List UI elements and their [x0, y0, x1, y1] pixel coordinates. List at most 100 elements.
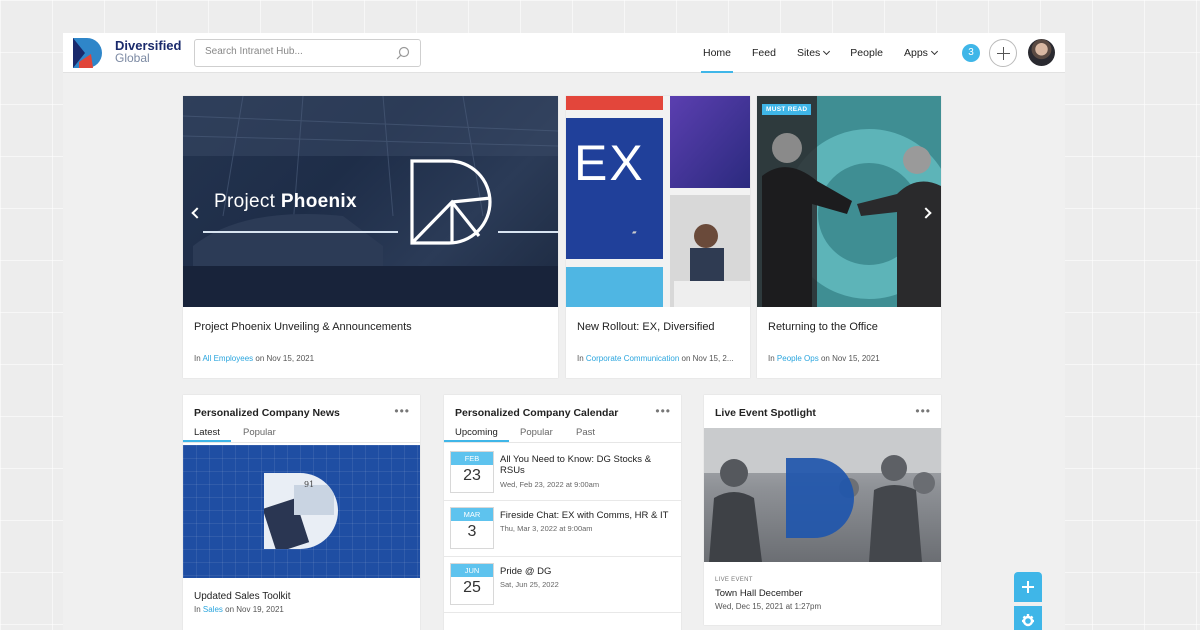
search-input[interactable] — [205, 46, 385, 57]
phoenix-d-logo-icon — [410, 159, 492, 245]
featured-card-project-phoenix[interactable]: Project Phoenix Project Phoenix Unveilin… — [183, 96, 558, 378]
event-title[interactable]: Pride @ DG — [500, 566, 675, 577]
event-day: 3 — [467, 523, 477, 540]
nav-home[interactable]: Home — [700, 33, 734, 73]
meta-date: on Nov 19, 2021 — [222, 605, 284, 614]
town-hall-image[interactable] — [704, 428, 941, 562]
brand-name[interactable]: Diversified Global — [115, 39, 181, 65]
live-event-label: LIVE EVENT — [715, 577, 753, 583]
tab-popular[interactable]: Popular — [243, 427, 276, 438]
event-title[interactable]: Fireside Chat: EX with Comms, HR & IT — [500, 510, 675, 521]
top-header: Diversified Global Home Feed Sites Peopl… — [63, 33, 1065, 73]
date-box: JUN 25 — [450, 563, 494, 605]
company-news-widget: Personalized Company News ••• Latest Pop… — [183, 395, 420, 630]
tab-past[interactable]: Past — [576, 427, 595, 438]
featured-card-returning-office[interactable]: MUST READ Returning to the Office In Peo… — [757, 96, 941, 378]
meta-prefix: In — [194, 605, 203, 614]
hero-headline: Project Phoenix — [214, 191, 357, 213]
main-nav: Home Feed Sites People Apps — [700, 33, 958, 73]
search-icon[interactable] — [396, 46, 410, 60]
nav-feed[interactable]: Feed — [752, 33, 776, 73]
featured-card-ex-rollout[interactable]: ▰ EX New Rollout: EX, Diversified In Cor… — [566, 96, 750, 378]
company-calendar-widget: Personalized Company Calendar ••• Upcomi… — [444, 395, 681, 630]
svg-text:91: 91 — [304, 480, 314, 489]
more-options-icon[interactable]: ••• — [915, 404, 931, 418]
more-options-icon[interactable]: ••• — [655, 404, 671, 418]
diversified-logo-icon[interactable] — [71, 36, 105, 70]
svg-text:▰: ▰ — [632, 229, 637, 236]
must-read-badge: MUST READ — [762, 104, 812, 115]
featured-title[interactable]: Returning to the Office — [768, 321, 878, 333]
date-box: MAR 3 — [450, 507, 494, 549]
event-month: JUN — [451, 564, 493, 577]
widget-title: Personalized Company News — [194, 407, 340, 419]
live-event-time: Wed, Dec 15, 2021 at 1:27pm — [715, 602, 822, 611]
hero-headline-bold: Phoenix — [280, 191, 357, 212]
returning-office-image — [757, 96, 941, 307]
featured-meta: In Corporate Communication on Nov 15, 2.… — [577, 354, 734, 363]
news-item-meta: In Sales on Nov 19, 2021 — [194, 605, 284, 614]
project-phoenix-image: Project Phoenix — [183, 96, 558, 307]
event-month: MAR — [451, 508, 493, 521]
widget-title: Personalized Company Calendar — [455, 407, 619, 419]
event-day: 23 — [463, 467, 481, 484]
event-time: Thu, Mar 3, 2022 at 9:00am — [500, 524, 593, 533]
notification-badge[interactable]: 3 — [962, 44, 980, 62]
featured-meta: In All Employees on Nov 15, 2021 — [194, 354, 314, 363]
ex-rollout-image: ▰ — [566, 96, 750, 307]
chevron-down-icon — [823, 47, 831, 56]
more-options-icon[interactable]: ••• — [394, 404, 410, 418]
event-month: FEB — [451, 452, 493, 465]
news-tabs: Latest Popular — [183, 425, 420, 443]
nav-people[interactable]: People — [850, 33, 883, 73]
hero-divider-left — [203, 231, 398, 233]
nav-sites-label: Sites — [796, 47, 821, 59]
tab-upcoming[interactable]: Upcoming — [444, 427, 509, 442]
category-link[interactable]: All Employees — [202, 354, 253, 363]
add-button[interactable] — [989, 39, 1017, 67]
sales-toolkit-image[interactable]: 91 — [183, 445, 420, 578]
chevron-down-icon — [930, 47, 938, 56]
tab-popular[interactable]: Popular — [520, 427, 553, 438]
category-link[interactable]: People Ops — [777, 354, 819, 363]
featured-title[interactable]: Project Phoenix Unveiling & Announcement… — [194, 321, 412, 333]
nav-feed-label: Feed — [752, 47, 776, 59]
meta-prefix: In — [577, 354, 586, 363]
event-title[interactable]: All You Need to Know: DG Stocks & RSUs — [500, 454, 675, 476]
nav-home-label: Home — [703, 47, 732, 59]
nav-people-label: People — [850, 47, 883, 59]
nav-apps-label: Apps — [904, 47, 928, 59]
meta-prefix: In — [768, 354, 777, 363]
meta-date: on Nov 15, 2021 — [253, 354, 315, 363]
search-box — [194, 39, 421, 67]
event-time: Wed, Feb 23, 2022 at 9:00am — [500, 480, 600, 489]
intranet-app: Diversified Global Home Feed Sites Peopl… — [63, 33, 1065, 630]
hero-divider-right — [498, 231, 558, 233]
live-event-title[interactable]: Town Hall December — [715, 588, 803, 599]
avatar[interactable] — [1028, 39, 1055, 66]
calendar-event[interactable]: JUN 25 Pride @ DG Sat, Jun 25, 2022 — [444, 558, 681, 613]
meta-date: on Nov 15, 2... — [679, 354, 734, 363]
calendar-event[interactable]: FEB 23 All You Need to Know: DG Stocks &… — [444, 446, 681, 501]
live-event-widget: Live Event Spotlight ••• LIVE EVENT Town… — [704, 395, 941, 625]
nav-apps[interactable]: Apps — [904, 33, 938, 73]
event-day: 25 — [463, 579, 481, 596]
event-time: Sat, Jun 25, 2022 — [500, 580, 559, 589]
meta-date: on Nov 15, 2021 — [818, 354, 880, 363]
news-item-title[interactable]: Updated Sales Toolkit — [194, 591, 291, 602]
nav-sites[interactable]: Sites — [796, 33, 831, 73]
calendar-event[interactable]: MAR 3 Fireside Chat: EX with Comms, HR &… — [444, 502, 681, 557]
hero-headline-light: Project — [214, 191, 281, 212]
brand-line2: Global — [115, 51, 150, 65]
category-link[interactable]: Sales — [203, 605, 223, 614]
date-box: FEB 23 — [450, 451, 494, 493]
featured-title[interactable]: New Rollout: EX, Diversified — [577, 321, 715, 333]
category-link[interactable]: Corporate Communication — [586, 354, 679, 363]
d-shape-photo-icon: 91 — [264, 473, 338, 549]
gear-icon — [1022, 614, 1034, 627]
featured-meta: In People Ops on Nov 15, 2021 — [768, 354, 880, 363]
widget-title: Live Event Spotlight — [715, 407, 816, 419]
tab-latest[interactable]: Latest — [183, 427, 231, 442]
quick-add-button[interactable] — [1014, 572, 1042, 602]
settings-button[interactable] — [1014, 606, 1042, 630]
